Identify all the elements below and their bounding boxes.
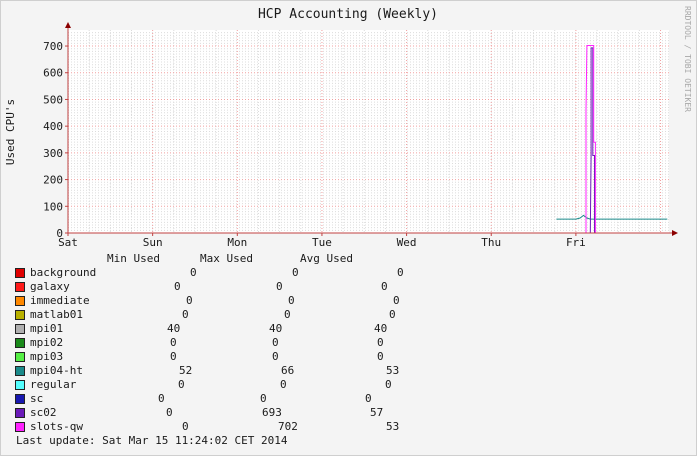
legend-max-value: 0 — [292, 266, 299, 279]
legend-avg-value: 0 — [397, 266, 404, 279]
legend-series-name: slots-qw — [30, 420, 83, 433]
legend-avg-value: 53 — [386, 364, 400, 377]
chart-title: HCP Accounting (Weekly) — [258, 7, 438, 22]
rrdtool-watermark: RRDTOOL / TOBI OETIKER — [683, 6, 692, 112]
legend-swatch — [15, 268, 25, 278]
legend-avg-value: 40 — [374, 322, 388, 335]
legend-avg-value: 0 — [365, 392, 372, 405]
legend-row-regular: regular 0 0 0 — [14, 378, 694, 392]
legend-min-value: 0 — [182, 308, 189, 321]
legend-max-value: 0 — [280, 378, 287, 391]
legend-avg-value: 0 — [393, 294, 400, 307]
legend-series-name: mpi01 — [30, 322, 64, 335]
legend-min-value: 0 — [166, 406, 173, 419]
legend-min-value: 52 — [179, 364, 193, 377]
legend-row-galaxy: galaxy 0 0 0 — [14, 280, 694, 294]
x-tick-label: Fri — [566, 236, 586, 249]
legend-swatch — [15, 394, 25, 404]
legend-swatch — [15, 352, 25, 362]
legend-max-value: 40 — [269, 322, 283, 335]
legend-max-value: 66 — [281, 364, 295, 377]
legend-min-value: 0 — [178, 378, 185, 391]
legend-avg-value: 0 — [385, 378, 392, 391]
legend: Min Used Max Used Avg Used background 0 0 0… — [0, 250, 697, 450]
legend-swatch — [15, 380, 25, 390]
usage-chart: HCP Accounting (Weekly) RRDTOOL / TOBI O… — [4, 6, 692, 249]
legend-max-value: 702 — [278, 420, 298, 433]
y-axis-arrow — [65, 22, 71, 28]
x-tick-label: Wed — [397, 236, 417, 249]
legend-min-value: 0 — [170, 350, 177, 363]
legend-avg-value: 53 — [386, 420, 400, 433]
y-tick-label: 200 — [43, 174, 63, 187]
legend-min-value: 0 — [158, 392, 165, 405]
legend-series-name: immediate — [30, 294, 90, 307]
legend-swatch — [15, 338, 25, 348]
legend-avg-value: 0 — [377, 336, 384, 349]
x-axis-arrow — [672, 230, 678, 236]
y-tick-label: 400 — [43, 120, 63, 133]
legend-max-value: 0 — [272, 336, 279, 349]
legend-swatch — [15, 296, 25, 306]
legend-row-matlab01: matlab01 0 0 0 — [14, 308, 694, 322]
y-tick-label: 300 — [43, 147, 63, 160]
legend-row-immediate: immediate 0 0 0 — [14, 294, 694, 308]
legend-row-mpi02: mpi02 0 0 0 — [14, 336, 694, 350]
legend-swatch — [15, 422, 25, 432]
legend-avg-value: 0 — [389, 308, 396, 321]
last-update-text: Last update: Sat Mar 15 11:24:02 CET 201… — [16, 434, 288, 447]
legend-avg-value: 57 — [370, 406, 384, 419]
y-tick-label: 100 — [43, 200, 63, 213]
y-axis-label: Used CPU's — [4, 99, 17, 165]
legend-min-value: 0 — [170, 336, 177, 349]
legend-max-value: 0 — [276, 280, 283, 293]
legend-swatch — [15, 366, 25, 376]
legend-max-value: 0 — [284, 308, 291, 321]
legend-min-value: 0 — [182, 420, 189, 433]
legend-swatch — [15, 310, 25, 320]
legend-header-max: Max Used — [200, 252, 253, 265]
x-tick-label: Sat — [58, 236, 78, 249]
legend-row-slots-qw: slots-qw 0 702 53 — [14, 420, 694, 434]
legend-swatch — [15, 324, 25, 334]
x-tick-label: Sun — [143, 236, 163, 249]
legend-max-value: 0 — [272, 350, 279, 363]
legend-series-name: mpi03 — [30, 350, 64, 363]
legend-header-avg: Avg Used — [300, 252, 353, 265]
legend-row-background: background 0 0 0 — [14, 266, 694, 280]
x-tick-label: Thu — [481, 236, 501, 249]
y-tick-label: 600 — [43, 67, 63, 80]
legend-avg-value: 0 — [377, 350, 384, 363]
legend-row-sc: sc 0 0 0 — [14, 392, 694, 406]
legend-series-name: mpi02 — [30, 336, 64, 349]
legend-series-name: matlab01 — [30, 308, 83, 321]
legend-max-value: 693 — [262, 406, 282, 419]
legend-min-value: 0 — [190, 266, 197, 279]
legend-row-mpi01: mpi01 40 40 40 — [14, 322, 694, 336]
legend-max-value: 0 — [260, 392, 267, 405]
legend-series-name: mpi04-ht — [30, 364, 83, 377]
legend-min-value: 0 — [174, 280, 181, 293]
legend-row-mpi04-ht: mpi04-ht 52 66 53 — [14, 364, 694, 378]
legend-max-value: 0 — [288, 294, 295, 307]
legend-swatch — [15, 408, 25, 418]
legend-avg-value: 0 — [381, 280, 388, 293]
legend-series-name: regular — [30, 378, 77, 391]
legend-row-sc02: sc02 0 693 57 — [14, 406, 694, 420]
y-tick-label: 500 — [43, 93, 63, 106]
legend-min-value: 40 — [167, 322, 181, 335]
x-tick-label: Tue — [312, 236, 332, 249]
legend-swatch — [15, 282, 25, 292]
legend-series-name: galaxy — [30, 280, 70, 293]
legend-header-min: Min Used — [107, 252, 160, 265]
x-tick-label: Mon — [227, 236, 247, 249]
legend-series-name: sc02 — [30, 406, 57, 419]
legend-series-name: background — [30, 266, 97, 279]
legend-row-mpi03: mpi03 0 0 0 — [14, 350, 694, 364]
legend-series-name: sc — [30, 392, 44, 405]
y-tick-label: 700 — [43, 40, 63, 53]
legend-min-value: 0 — [186, 294, 193, 307]
